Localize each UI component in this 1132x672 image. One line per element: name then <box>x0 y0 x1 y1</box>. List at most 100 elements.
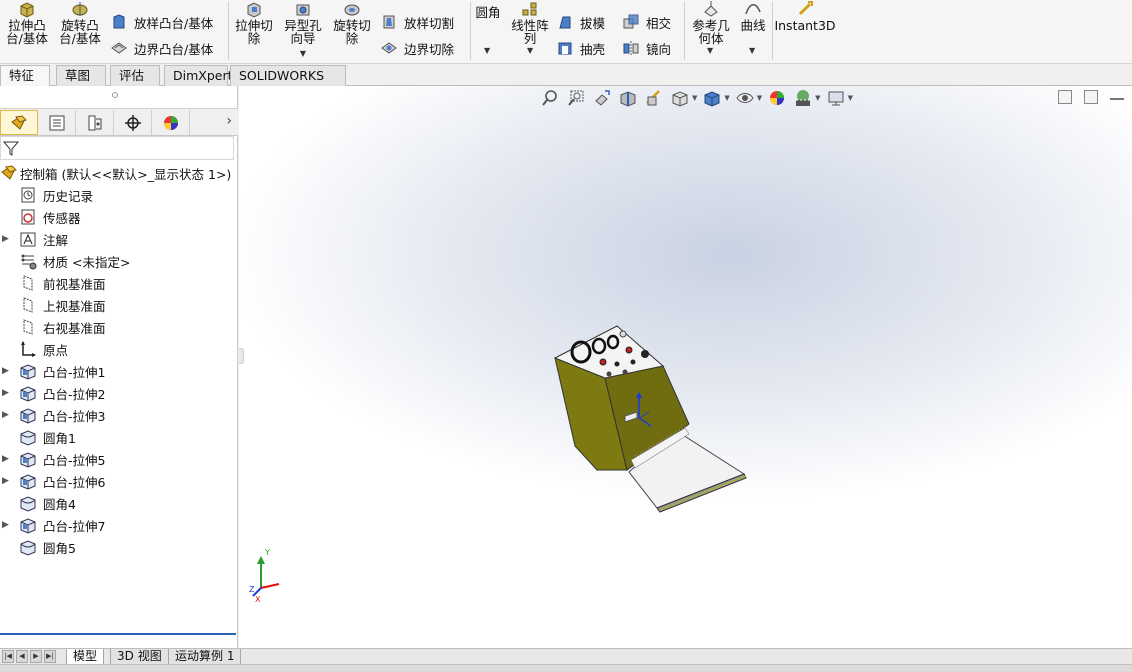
boundary-cut-label: 边界切除 <box>404 41 455 57</box>
tree-item[interactable]: ▶ 凸台-拉伸5 <box>0 448 238 470</box>
first-tab-icon[interactable]: |◀ <box>2 650 14 663</box>
dropdown-arrow-icon[interactable]: ▼ <box>815 94 820 102</box>
expand-arrow-icon[interactable]: ▶ <box>2 410 10 420</box>
view-orientation-button[interactable] <box>669 87 691 109</box>
tree-filter[interactable] <box>0 136 234 160</box>
fillet-dropdown-icon[interactable]: ▼ <box>484 46 490 55</box>
linear-pattern-label: 线性阵 列 <box>511 18 549 46</box>
draft-button[interactable]: 拔模 <box>556 12 605 32</box>
mirror-button[interactable]: 镜向 <box>622 38 671 58</box>
tree-item[interactable]: ▶ 凸台-拉伸3 <box>0 404 238 426</box>
tree-item-label: 圆角1 <box>43 430 76 446</box>
dropdown-arrow-icon[interactable]: ▼ <box>757 94 762 102</box>
tab-solidworks-addins[interactable]: SOLIDWORKS 插件 <box>230 65 346 103</box>
last-tab-icon[interactable]: ▶| <box>44 650 56 663</box>
reference-geometry-button[interactable]: 参考几 何体 <box>688 0 734 45</box>
tab-model[interactable]: 模型 <box>66 649 105 665</box>
reference-geometry-dropdown-icon[interactable]: ▼ <box>707 46 713 55</box>
tree-item-label: 凸台-拉伸3 <box>43 408 106 424</box>
apply-scene-button[interactable] <box>792 87 814 109</box>
tab-evaluate[interactable]: 评估 <box>110 65 160 86</box>
boundary-cut-button[interactable]: 边界切除 <box>380 38 454 58</box>
tree-root-part[interactable]: 控制箱 (默认<<默认>_显示状态 1>) <box>0 162 238 184</box>
extruded-boss-button[interactable]: 拉伸凸 台/基体 <box>4 0 50 45</box>
tree-item[interactable]: 圆角4 <box>0 492 238 514</box>
tree-item[interactable]: 材质 <未指定> <box>0 250 238 272</box>
linear-pattern-button[interactable]: 线性阵 列 <box>508 0 552 45</box>
tree-item[interactable]: 前视基准面 <box>0 272 238 294</box>
tab-sketch[interactable]: 草图 <box>56 65 106 86</box>
section-view-button[interactable] <box>617 87 639 109</box>
shell-button[interactable]: 抽壳 <box>556 38 605 58</box>
tab-dimxpert-manager[interactable] <box>114 110 152 135</box>
tab-motion-study[interactable]: 运动算例 1 <box>168 649 242 665</box>
revolved-boss-label: 旋转凸 台/基体 <box>59 18 101 46</box>
tab-property-manager[interactable] <box>38 110 76 135</box>
loft-cut-button[interactable]: 放样切割 <box>380 12 454 32</box>
expand-arrow-icon[interactable]: ▶ <box>2 476 10 486</box>
tree-item[interactable]: ▶ 凸台-拉伸7 <box>0 514 238 536</box>
dropdown-arrow-icon[interactable]: ▼ <box>692 94 697 102</box>
zoom-to-fit-button[interactable] <box>539 87 561 109</box>
model-control-box[interactable] <box>539 316 759 516</box>
minimize-icon[interactable] <box>1110 90 1124 100</box>
curves-button[interactable]: 曲线 <box>736 0 770 32</box>
panel-collapse-handle[interactable] <box>239 348 244 364</box>
revolved-boss-button[interactable]: 旋转凸 台/基体 <box>56 0 104 45</box>
tree-item[interactable]: ▶ 注解 <box>0 228 238 250</box>
tree-item[interactable]: 原点 <box>0 338 238 360</box>
boundary-boss-button[interactable]: 边界凸台/基体 <box>110 38 213 58</box>
tab-configuration-manager[interactable] <box>76 110 114 135</box>
panel-grip-handle[interactable] <box>112 92 118 98</box>
dynamic-annotation-button[interactable] <box>643 87 665 109</box>
tree-item[interactable]: ▶ 凸台-拉伸2 <box>0 382 238 404</box>
chevron-right-icon[interactable]: › <box>226 113 232 129</box>
hole-wizard-button[interactable]: 异型孔 向导 ▼ <box>280 0 326 60</box>
expand-arrow-icon[interactable]: ▶ <box>2 366 10 376</box>
expand-arrow-icon[interactable]: ▶ <box>2 234 10 244</box>
tree-item[interactable]: 传感器 <box>0 206 238 228</box>
tab-features[interactable]: 特征 <box>0 65 50 87</box>
expand-arrow-icon[interactable]: ▶ <box>2 520 10 530</box>
tab-dimxpert[interactable]: DimXpert <box>164 65 233 86</box>
fillet-button[interactable]: 圆角 <box>472 6 504 19</box>
hide-show-items-button[interactable] <box>734 87 756 109</box>
tab-3d-view[interactable]: 3D 视图 <box>110 649 169 665</box>
tile-left-icon[interactable] <box>1058 90 1072 104</box>
loft-boss-button[interactable]: 放样凸台/基体 <box>110 12 213 32</box>
view-settings-button[interactable] <box>825 87 847 109</box>
tree-item[interactable]: ▶ 凸台-拉伸1 <box>0 360 238 382</box>
tree-item[interactable]: 上视基准面 <box>0 294 238 316</box>
linear-pattern-dropdown-icon[interactable]: ▼ <box>527 46 533 55</box>
instant3d-button[interactable]: Instant3D <box>774 0 836 32</box>
tab-feature-manager[interactable] <box>0 110 38 135</box>
dropdown-arrow-icon[interactable]: ▼ <box>724 94 729 102</box>
tab-display-manager[interactable] <box>152 110 190 135</box>
tree-item-label: 凸台-拉伸2 <box>43 386 106 402</box>
plane-icon <box>23 319 33 335</box>
display-style-button[interactable] <box>701 87 723 109</box>
extruded-cut-button[interactable]: 拉伸切 除 <box>232 0 276 45</box>
intersect-button[interactable]: 相交 <box>622 12 671 32</box>
tree-item-label: 凸台-拉伸5 <box>43 452 106 468</box>
mirror-label: 镜向 <box>646 41 672 57</box>
tree-item[interactable]: ▶ 凸台-拉伸6 <box>0 470 238 492</box>
rollback-bar[interactable] <box>0 633 236 635</box>
graphics-area[interactable]: ▼ ▼ ▼ ▼ ▼ Y X Z <box>239 86 1132 648</box>
curves-dropdown-icon[interactable]: ▼ <box>749 46 755 55</box>
revolved-cut-button[interactable]: 旋转切 除 <box>330 0 374 45</box>
dropdown-arrow-icon[interactable]: ▼ <box>300 47 306 60</box>
tree-item[interactable]: 历史记录 <box>0 184 238 206</box>
expand-arrow-icon[interactable]: ▶ <box>2 454 10 464</box>
dropdown-arrow-icon[interactable]: ▼ <box>848 94 853 102</box>
tree-item[interactable]: 右视基准面 <box>0 316 238 338</box>
tile-right-icon[interactable] <box>1084 90 1098 104</box>
next-tab-icon[interactable]: ▶ <box>30 650 42 663</box>
prev-tab-icon[interactable]: ◀ <box>16 650 28 663</box>
previous-view-button[interactable] <box>591 87 613 109</box>
tree-item[interactable]: 圆角1 <box>0 426 238 448</box>
edit-appearance-button[interactable] <box>766 87 788 109</box>
zoom-to-area-button[interactable] <box>565 87 587 109</box>
expand-arrow-icon[interactable]: ▶ <box>2 388 10 398</box>
tree-item[interactable]: 圆角5 <box>0 536 238 558</box>
